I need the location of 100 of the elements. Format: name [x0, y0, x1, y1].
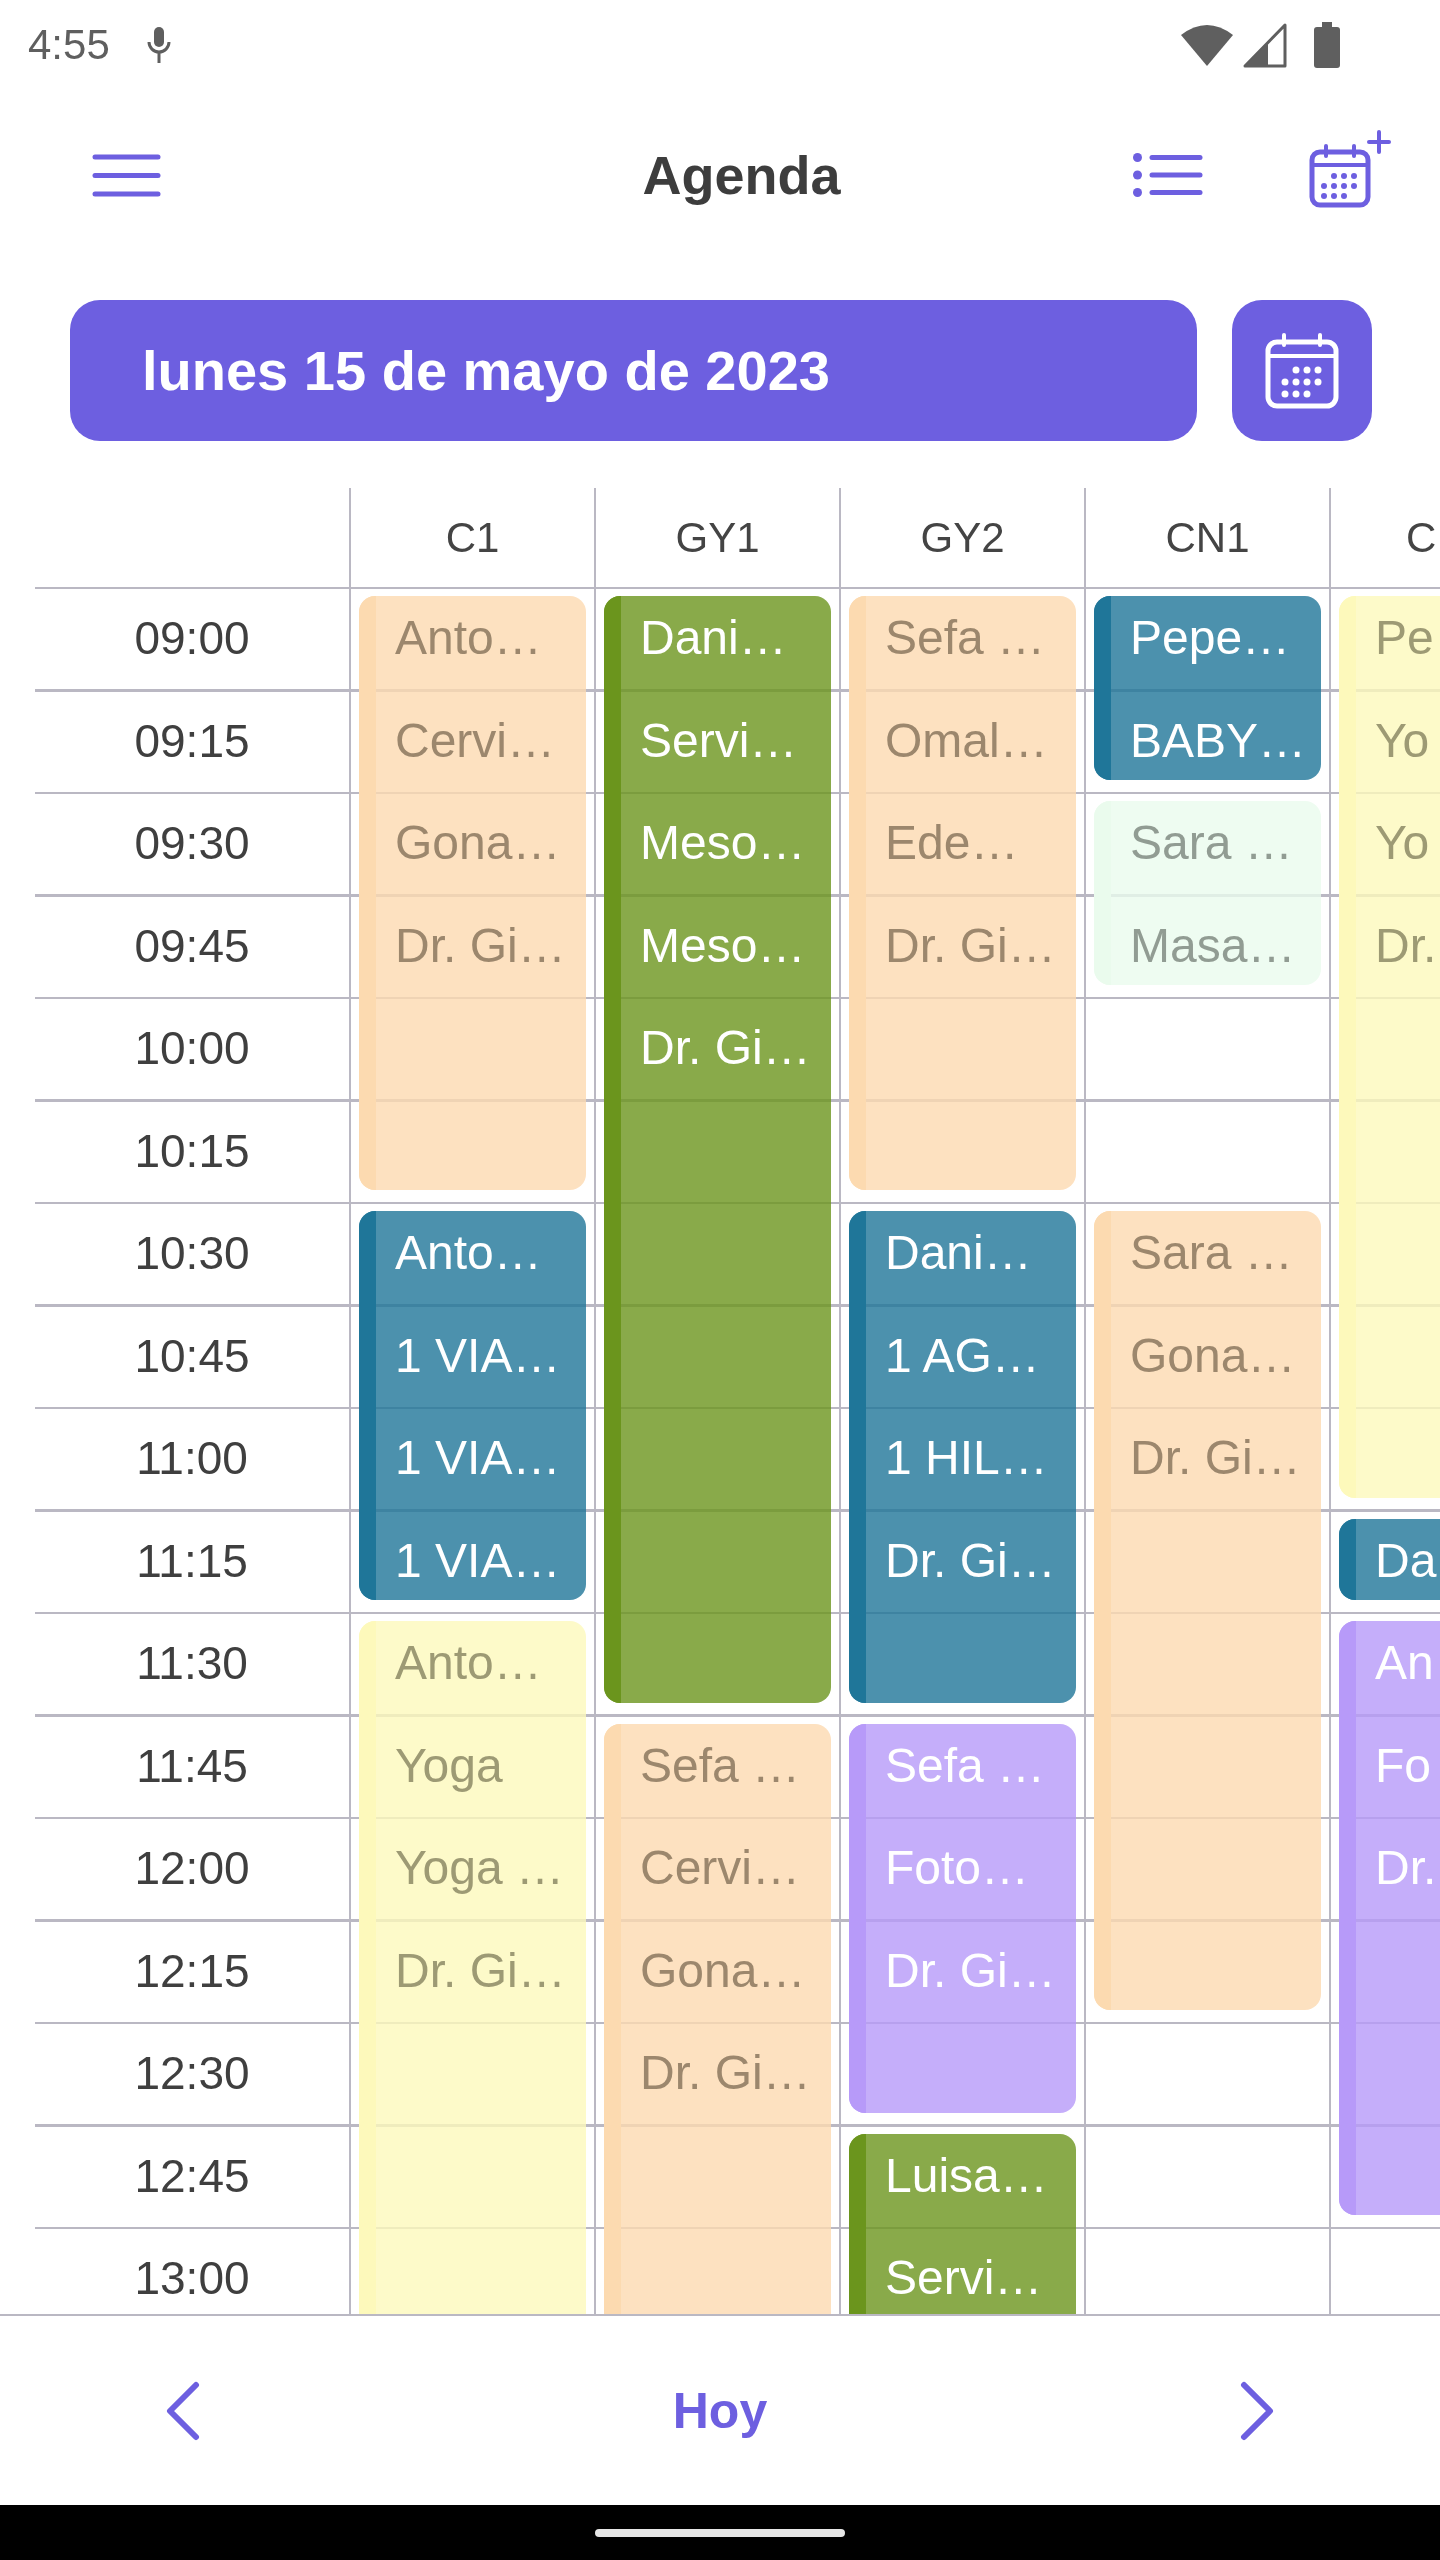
appointment-text: Dr. Gi… [395, 917, 566, 974]
appointment-text: Meso… [640, 815, 806, 872]
appointment-text: BABY… [1130, 712, 1307, 769]
appointment-text: Dr. Gi… [1130, 1430, 1301, 1487]
signal-icon [1242, 22, 1288, 68]
appointment-text: Gona… [395, 815, 561, 872]
appointment-text: Gona… [640, 1942, 806, 1999]
appointment-text: Dr. [1375, 917, 1437, 974]
appointment-text: Pepe… [1130, 610, 1291, 667]
menu-icon[interactable] [92, 153, 161, 197]
appointment-text: Anto… [395, 1635, 542, 1692]
appointment-card[interactable]: Da [1339, 1518, 1440, 1600]
status-time: 4:55 [28, 21, 110, 69]
appointment-text: Pe [1375, 610, 1434, 667]
appointment-text: Yo [1375, 815, 1430, 872]
appointment-text: Yo [1375, 712, 1430, 769]
appointment-text: Yoga [395, 1737, 503, 1794]
appointment-text: Dr. Gi… [640, 2045, 811, 2102]
appointment-text: Dr. Gi… [885, 1532, 1056, 1589]
appointment-text: Omal… [885, 712, 1048, 769]
appointment-text: Cervi… [640, 1840, 800, 1897]
appointment-text: Sefa … [885, 610, 1046, 667]
time-label: 12:30 [134, 2046, 250, 2101]
column-header: C [1406, 513, 1437, 562]
today-button[interactable]: Hoy [664, 2377, 776, 2444]
appointment-text: 1 AG… [885, 1327, 1040, 1384]
column-header: GY2 [920, 513, 1005, 562]
appointment-text: Dr. Gi… [885, 917, 1056, 974]
appointment-card[interactable]: Sefa … Omal… Ede… Dr. Gi… [849, 596, 1076, 1190]
appointment-text: Dr. Gi… [395, 1942, 566, 1999]
time-label: 09:45 [134, 918, 250, 973]
appointment-card[interactable]: Sara … Gona… Dr. Gi… [1094, 1211, 1321, 2010]
appointment-text: Dr. [1375, 1840, 1437, 1897]
appointment-text: 1 VIA… [395, 1430, 561, 1487]
appointment-card[interactable]: Pe Yo Yo Dr. [1339, 596, 1440, 1498]
time-label: 09:15 [134, 713, 250, 768]
appointment-text: Yoga … [395, 1840, 565, 1897]
appointment-text: Dr. Gi… [885, 1942, 1056, 1999]
appointment-card[interactable]: Sefa … Foto… Dr. Gi… [849, 1723, 1076, 2113]
appointment-text: Anto… [395, 1225, 542, 1282]
time-label: 12:45 [134, 2148, 250, 2203]
appointment-text: Masa… [1130, 917, 1296, 974]
time-label: 11:15 [136, 1533, 248, 1588]
appointment-text: Da [1375, 1532, 1437, 1589]
time-label: 10:45 [134, 1328, 250, 1383]
appointment-text: Servi… [885, 2250, 1043, 2307]
appointment-text: Dr. Gi… [640, 1020, 811, 1077]
appointment-text: 1 VIA… [395, 1532, 561, 1589]
appointment-text: Dani… [885, 1225, 1032, 1282]
home-indicator[interactable] [595, 2528, 845, 2537]
chevron-right-icon[interactable] [1239, 2380, 1275, 2441]
appointment-text: Dani… [640, 610, 787, 667]
appointment-card[interactable]: Pepe… BABY… [1094, 596, 1321, 780]
chevron-left-icon[interactable] [165, 2380, 201, 2441]
appointment-text: Sefa … [885, 1737, 1046, 1794]
time-label: 10:15 [134, 1123, 250, 1178]
app-title: Agenda [642, 144, 841, 206]
appointment-text: Gona… [1130, 1327, 1296, 1384]
wifi-icon [1180, 24, 1234, 66]
time-label: 11:45 [136, 1738, 248, 1793]
appointment-card[interactable]: Anto… Cervi… Gona… Dr. Gi… [359, 596, 586, 1190]
appointment-text: An [1375, 1635, 1434, 1692]
microphone-icon [145, 26, 172, 64]
time-label: 11:30 [136, 1636, 248, 1691]
calendar-plus-icon[interactable] [1309, 130, 1391, 208]
calendar-icon [1265, 332, 1339, 409]
time-label: 12:00 [134, 1841, 250, 1896]
time-label: 13:00 [134, 2251, 250, 2306]
time-label: 10:00 [134, 1021, 250, 1076]
appointment-card[interactable]: Anto… 1 VIA… 1 VIA… 1 VIA… [359, 1211, 586, 1600]
appointment-text: 1 VIA… [395, 1327, 561, 1384]
time-label: 09:30 [134, 816, 250, 871]
appointment-text: Ede… [885, 815, 1019, 872]
appointment-text: Cervi… [395, 712, 555, 769]
appointment-card[interactable]: An Fo Dr. [1339, 1621, 1440, 2215]
calendar-button[interactable] [1232, 300, 1372, 441]
battery-icon [1314, 22, 1340, 68]
appointment-card[interactable]: Anto… Yoga Yoga … Dr. Gi… [359, 1621, 586, 2314]
column-header: CN1 [1165, 513, 1250, 562]
appointment-text: Meso… [640, 917, 806, 974]
column-header: C1 [445, 513, 500, 562]
appointment-text: Anto… [395, 610, 542, 667]
appointment-text: Foto… [885, 1840, 1030, 1897]
date-button[interactable]: lunes 15 de mayo de 2023 [70, 300, 1197, 441]
appointment-card[interactable]: Dani… Servi… Meso… Meso… Dr. Gi… [604, 596, 831, 1703]
appointment-text: Fo [1375, 1737, 1431, 1794]
time-label: 12:15 [134, 1943, 250, 1998]
appointment-text: 1 HIL… [885, 1430, 1048, 1487]
column-header: GY1 [675, 513, 760, 562]
appointment-card[interactable]: Dani… 1 AG… 1 HIL… Dr. Gi… [849, 1211, 1076, 1703]
appointment-card[interactable]: Sefa … Cervi… Gona… Dr. Gi… [604, 1723, 831, 2314]
appointment-text: Sara … [1130, 815, 1293, 872]
appointment-card[interactable]: Luisa… Servi… [849, 2133, 1076, 2314]
appointment-text: Sefa … [640, 1737, 801, 1794]
appointment-card[interactable]: Sara … Masa… [1094, 801, 1321, 985]
list-icon[interactable] [1133, 153, 1203, 197]
appointment-text: Sara … [1130, 1225, 1293, 1282]
time-label: 09:00 [134, 611, 250, 666]
time-label: 10:30 [134, 1226, 250, 1281]
appointment-text: Luisa… [885, 2147, 1048, 2204]
